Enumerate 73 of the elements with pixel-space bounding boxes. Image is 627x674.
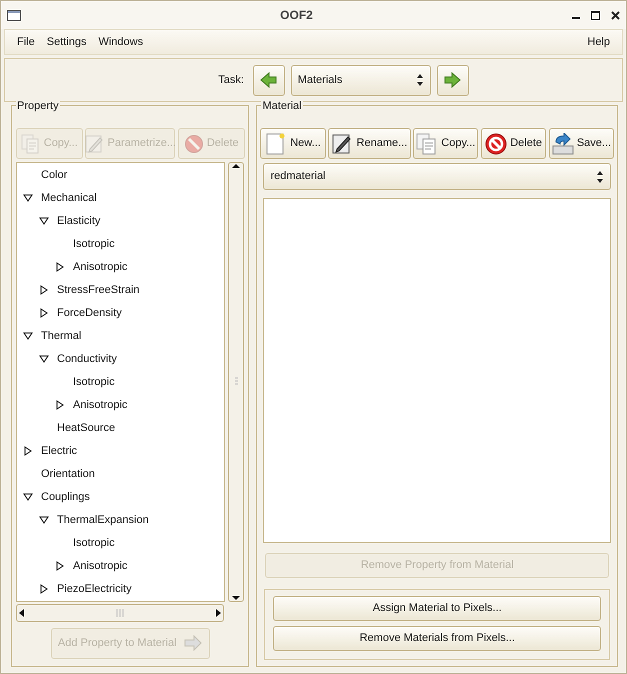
collapse-triangle-icon[interactable]: [23, 492, 33, 502]
tree-item[interactable]: Anisotropic: [73, 259, 128, 276]
material-dropdown[interactable]: redmaterial: [263, 163, 611, 190]
collapse-triangle-icon[interactable]: [23, 193, 33, 204]
dropdown-arrows-icon: [416, 73, 424, 87]
right-arrow-icon: [213, 608, 224, 618]
vertical-scrollbar[interactable]: [228, 162, 244, 602]
dropdown-arrows-icon: [596, 170, 604, 184]
tree-item[interactable]: Couplings: [41, 489, 90, 506]
new-page-icon: [265, 132, 288, 154]
tree-item[interactable]: Color: [41, 167, 68, 184]
tree-item[interactable]: Thermal: [41, 328, 82, 344]
expand-triangle-icon[interactable]: [23, 446, 33, 456]
horizontal-scrollbar[interactable]: [16, 604, 224, 622]
no-entry-icon: [485, 132, 508, 154]
copy-icon: [416, 132, 438, 154]
right-arrow-icon: [182, 635, 203, 652]
toolbar-button[interactable]: New...: [260, 128, 326, 159]
pixel-button[interactable]: Assign Material to Pixels...: [273, 596, 601, 620]
forward-button[interactable]: [436, 64, 469, 96]
toolbar-button[interactable]: Copy...: [413, 128, 478, 159]
left-arrow-icon: [17, 608, 27, 618]
left-arrow-icon: [259, 71, 278, 89]
expand-triangle-icon[interactable]: [39, 308, 49, 318]
no-entry-icon: [184, 134, 204, 154]
edit-icon: [84, 134, 105, 154]
right-arrow-icon: [443, 71, 462, 89]
tree-item[interactable]: Elasticity: [57, 213, 100, 230]
tree-item[interactable]: Isotropic: [73, 374, 115, 390]
window-title: OOF2: [279, 7, 314, 24]
tree-item[interactable]: Isotropic: [73, 236, 115, 252]
save-icon: [552, 132, 574, 154]
tree-item[interactable]: Anisotropic: [73, 558, 128, 574]
scroll-grip-icon: [116, 608, 125, 617]
menu-item[interactable]: Settings: [40, 34, 92, 50]
tree-item[interactable]: Orientation: [41, 466, 95, 482]
expand-triangle-icon[interactable]: [55, 561, 65, 572]
back-button[interactable]: [252, 64, 285, 96]
tree-item[interactable]: Isotropic: [73, 535, 115, 552]
menu-item[interactable]: Windows: [92, 34, 150, 50]
expand-triangle-icon[interactable]: [39, 584, 49, 594]
collapse-triangle-icon[interactable]: [39, 354, 49, 364]
tree-item[interactable]: HeatSource: [57, 420, 116, 436]
menu-item[interactable]: File: [11, 34, 41, 50]
maximize-icon: [591, 10, 600, 20]
tree-item[interactable]: Electric: [41, 443, 78, 460]
down-arrow-icon: [232, 594, 240, 601]
collapse-triangle-icon[interactable]: [39, 216, 49, 226]
close-icon: [611, 10, 620, 20]
tree-item[interactable]: Mechanical: [41, 190, 97, 206]
task-label: Task:: [218, 72, 244, 88]
collapse-triangle-icon[interactable]: [39, 515, 49, 526]
pixel-button[interactable]: Remove Materials from Pixels...: [273, 626, 601, 651]
copy-icon: [20, 134, 41, 154]
toolbar-button[interactable]: Rename...: [328, 128, 411, 159]
menu-item[interactable]: Help: [581, 34, 616, 50]
expand-triangle-icon[interactable]: [39, 285, 49, 296]
tree-item[interactable]: PiezoElectricity: [57, 581, 132, 598]
frame-label: Property: [16, 98, 60, 114]
toolbar-button[interactable]: Delete: [481, 128, 546, 159]
tree-item[interactable]: Anisotropic: [73, 397, 128, 414]
task-dropdown[interactable]: Materials: [290, 64, 431, 96]
tree-item[interactable]: ForceDensity: [57, 305, 122, 322]
up-arrow-icon: [232, 162, 240, 169]
tree-item[interactable]: StressFreeStrain: [57, 282, 140, 298]
expand-triangle-icon[interactable]: [55, 400, 65, 410]
tree-item[interactable]: ThermalExpansion: [57, 512, 149, 528]
collapse-triangle-icon[interactable]: [23, 331, 33, 342]
minimize-icon: [572, 17, 580, 19]
tree-item[interactable]: Conductivity: [57, 351, 117, 368]
toolbar-button[interactable]: Save...: [548, 128, 614, 159]
expand-triangle-icon[interactable]: [55, 262, 65, 272]
window-icon: [7, 10, 21, 20]
